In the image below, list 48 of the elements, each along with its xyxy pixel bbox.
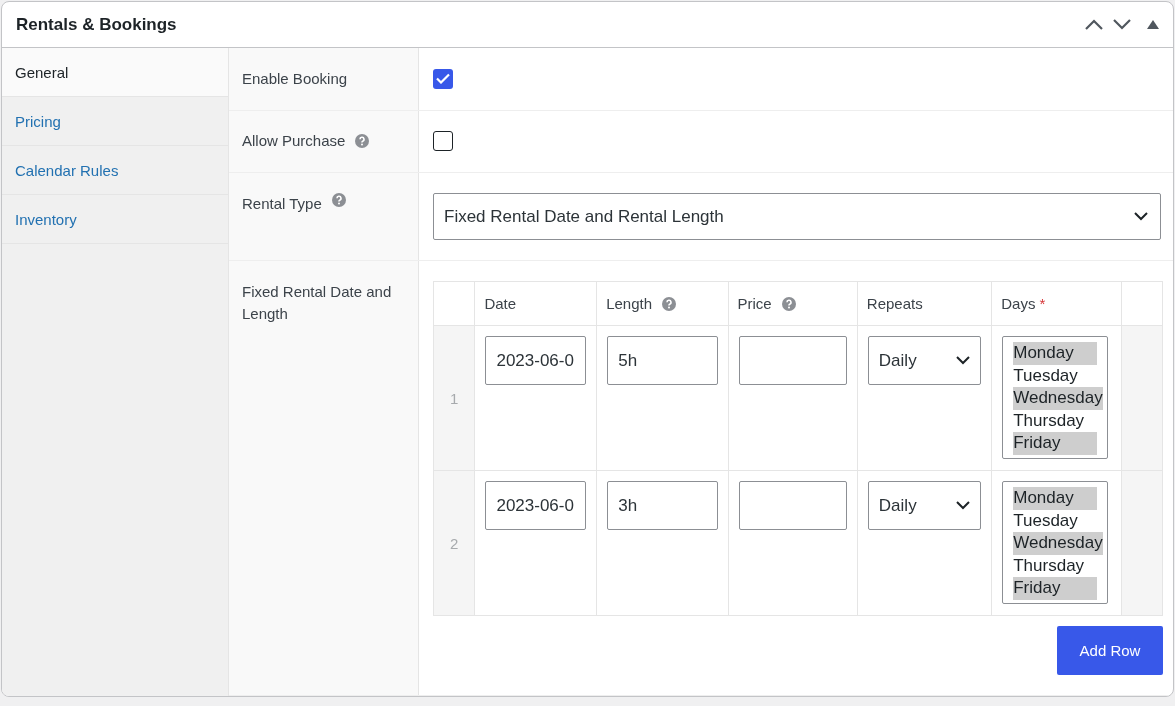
day-option[interactable]: Monday <box>1013 342 1098 365</box>
repeats-select[interactable]: Daily <box>867 336 982 385</box>
price-field[interactable] <box>738 336 847 385</box>
day-option[interactable]: Wednesday <box>1013 387 1103 410</box>
row-number: 1 <box>450 389 459 407</box>
date-field[interactable]: 2023-06-0 <box>485 481 587 530</box>
triangle-up-icon[interactable] <box>1147 20 1159 29</box>
day-option[interactable]: Thursday <box>1013 409 1098 432</box>
chevron-down-icon <box>956 501 971 510</box>
date-field[interactable]: 2023-06-0 <box>485 336 587 385</box>
help-icon[interactable] <box>662 296 677 311</box>
help-icon[interactable] <box>355 134 370 149</box>
length-field[interactable]: 3h <box>607 481 718 530</box>
column-header: Repeats <box>866 295 923 312</box>
chevron-up-icon[interactable] <box>1085 19 1103 30</box>
days-list[interactable]: Monday Tuesday Wednesday Thursday Friday <box>1002 481 1109 604</box>
repeats-select[interactable]: Daily <box>867 481 982 530</box>
field-label: Enable Booking <box>242 69 348 89</box>
column-header: Price <box>737 295 772 312</box>
field-label: Fixed Rental Date and Length <box>242 282 393 324</box>
panel-title: Rentals & Bookings <box>16 14 178 35</box>
column-header: Length <box>606 295 653 312</box>
row-number: 2 <box>450 534 459 552</box>
day-option[interactable]: Tuesday <box>1013 364 1098 387</box>
column-header: Days <box>1001 295 1036 312</box>
checkbox[interactable] <box>433 131 453 152</box>
length-field[interactable]: 5h <box>607 336 718 385</box>
day-option[interactable]: Friday <box>1013 577 1098 600</box>
checkbox[interactable] <box>433 69 453 89</box>
price-field[interactable] <box>738 481 847 530</box>
sidebar-tab[interactable]: General <box>2 48 228 97</box>
day-option[interactable]: Friday <box>1013 432 1098 455</box>
day-option[interactable]: Thursday <box>1013 554 1098 577</box>
chevron-down-icon <box>956 356 971 365</box>
day-option[interactable]: Monday <box>1013 487 1098 510</box>
days-list[interactable]: Monday Tuesday Wednesday Thursday Friday <box>1002 336 1109 459</box>
chevron-down-icon <box>1134 212 1148 221</box>
help-icon[interactable] <box>331 193 346 207</box>
chevron-down-icon[interactable] <box>1113 19 1131 30</box>
add-row-button[interactable]: Add Row <box>1057 626 1163 675</box>
field-label: Allow Purchase <box>242 131 346 152</box>
help-icon[interactable] <box>781 296 796 311</box>
rental-type-select[interactable]: Fixed Rental Date and Rental Length <box>433 193 1161 240</box>
column-header: Date <box>484 295 517 312</box>
required-mark: * <box>1039 295 1046 312</box>
day-option[interactable]: Tuesday <box>1013 509 1098 532</box>
day-option[interactable]: Wednesday <box>1013 532 1103 555</box>
field-label: Rental Type <box>242 194 322 214</box>
